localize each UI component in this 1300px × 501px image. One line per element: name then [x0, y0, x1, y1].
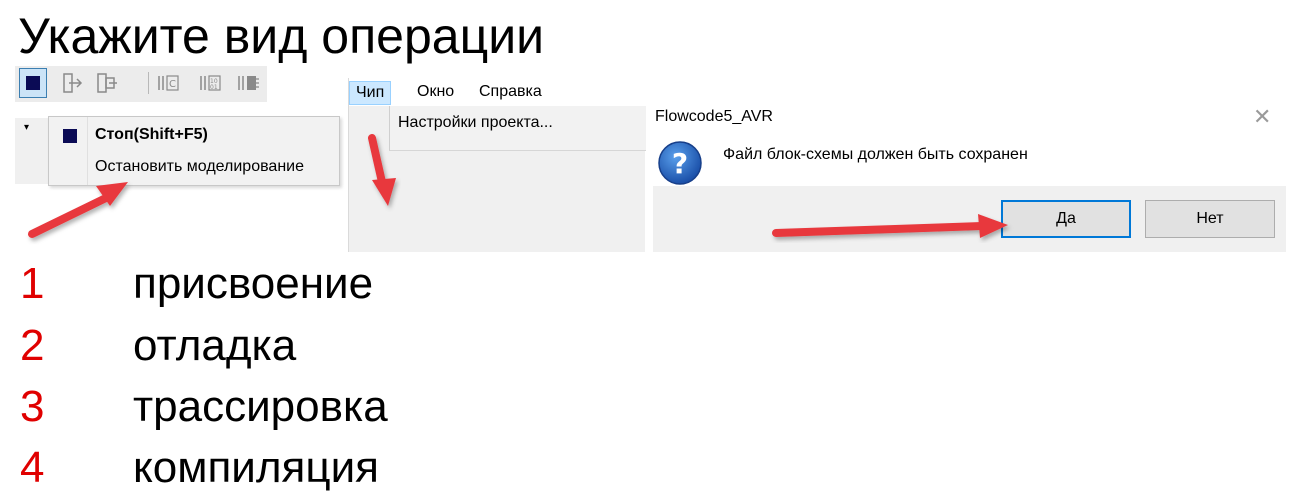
menu-window[interactable]: Окно — [411, 81, 460, 103]
chevron-down-icon[interactable]: ▾ — [24, 122, 29, 133]
step-into-icon[interactable] — [61, 70, 85, 96]
dialog-message: Файл блок-схемы должен быть сохранен — [723, 146, 1028, 163]
toggle-c-icon[interactable]: C — [156, 70, 180, 96]
menu-help[interactable]: Справка — [473, 81, 548, 103]
menu-icon-column — [87, 117, 88, 185]
stop-button[interactable] — [19, 68, 47, 98]
dropdown-strip: ▾ — [15, 118, 49, 184]
context-menu: Стоп(Shift+F5) Остановить моделирование — [48, 116, 340, 186]
menu-item-stop[interactable]: Стоп(Shift+F5) — [95, 123, 208, 147]
toggle-break-icon[interactable] — [236, 70, 260, 96]
dialog-button-bar: Да Нет — [653, 186, 1286, 252]
option-number-2: 2 — [20, 321, 45, 370]
menubar: Чип Окно Справка — [349, 78, 645, 106]
yes-button[interactable]: Да — [1001, 200, 1131, 238]
svg-text:01: 01 — [210, 84, 218, 91]
toolbar: C 10 01 — [15, 66, 341, 102]
close-icon[interactable]: ✕ — [1253, 104, 1271, 130]
toggle-bin-icon[interactable]: 10 01 — [198, 70, 222, 96]
chip-dropdown: Настройки проекта... — [389, 106, 646, 151]
option-number-1: 1 — [20, 259, 45, 308]
menu-chip[interactable]: Чип — [349, 81, 392, 105]
no-button[interactable]: Нет — [1145, 200, 1275, 238]
option-label-2: отладка — [133, 321, 297, 370]
option-label-4: компиляция — [133, 443, 379, 492]
toolbar-screenshot: C 10 01 ▾ Стоп(Shift+F5) Остановить модел… — [15, 66, 341, 244]
menu-item-stop-simulation[interactable]: Остановить моделирование — [95, 155, 304, 179]
toolbar-blank — [267, 66, 341, 102]
svg-text:C: C — [169, 79, 176, 90]
option-number-3: 3 — [20, 382, 45, 431]
step-over-icon[interactable] — [95, 70, 119, 96]
option-label-3: трассировка — [133, 382, 388, 431]
option-label-1: присвоение — [133, 259, 374, 308]
question-icon: ? — [657, 140, 703, 191]
toolbar-separator — [148, 72, 149, 94]
dialog-body: Flowcode5_AVR ✕ ? Файл блок-схемы должен… — [653, 98, 1286, 186]
menu-screenshot: Чип Окно Справка Настройки проекта... — [348, 78, 646, 252]
dialog-title: Flowcode5_AVR — [655, 108, 773, 125]
stop-icon — [26, 76, 40, 90]
dialog: Flowcode5_AVR ✕ ? Файл блок-схемы должен… — [653, 98, 1286, 252]
option-number-4: 4 — [20, 443, 45, 492]
question-title: Укажите вид операции — [18, 8, 545, 64]
svg-text:?: ? — [672, 147, 688, 180]
menu-item-project-settings[interactable]: Настройки проекта... — [398, 114, 553, 132]
stop-icon — [63, 129, 77, 143]
